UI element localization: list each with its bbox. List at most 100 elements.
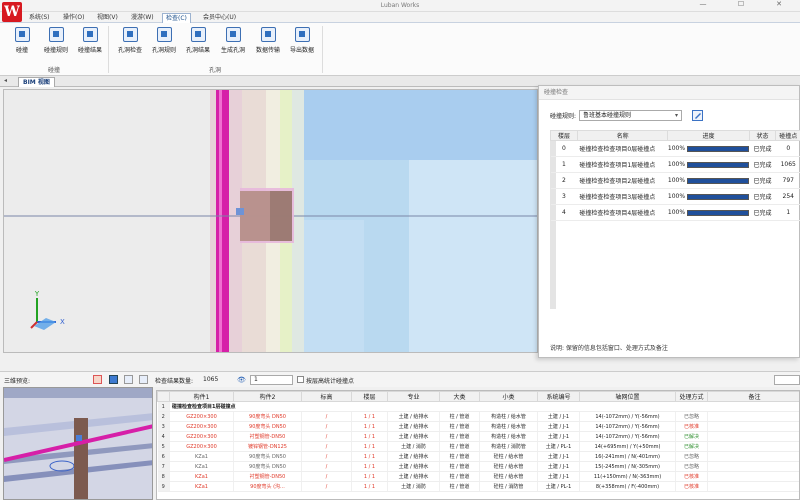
- grid-icon[interactable]: [124, 375, 133, 384]
- cell-axis: 14(+695mm) / Y(+50mm): [579, 441, 676, 452]
- cell-note[interactable]: [707, 431, 799, 442]
- cell-floor: 1 / 1: [351, 461, 388, 472]
- results-col-header[interactable]: 轴网位置: [579, 391, 676, 402]
- result-count: 1065: [203, 376, 219, 383]
- col-floor[interactable]: 楼层: [550, 130, 578, 141]
- menu-check[interactable]: 检查(C): [162, 13, 191, 23]
- app-logo[interactable]: W: [2, 2, 22, 22]
- fit-view-icon[interactable]: [109, 375, 118, 384]
- rule-label: 碰撞规则:: [550, 112, 577, 120]
- row-floor: 0: [550, 140, 578, 157]
- cell-note[interactable]: [707, 471, 799, 482]
- cell-small: 构造柱 / 消防管: [479, 441, 538, 452]
- data-transfer-button[interactable]: 数据传输: [251, 27, 285, 54]
- clash-floor-row[interactable]: 1 碰撞检查检查项目1层碰撞点 100% 已完成 1065: [550, 156, 800, 173]
- cell-note[interactable]: [707, 411, 799, 422]
- close-button[interactable]: ✕: [764, 0, 794, 11]
- cell-note[interactable]: [707, 461, 799, 472]
- maximize-button[interactable]: ☐: [726, 0, 756, 11]
- results-col-header[interactable]: 小类: [479, 391, 538, 402]
- group-label-clash: 碰撞: [48, 67, 61, 74]
- progress-text: 100%: [667, 177, 686, 184]
- app-title: Luban Works: [380, 2, 420, 9]
- results-col-header[interactable]: 构件2: [233, 391, 302, 402]
- col-progress[interactable]: 进度: [667, 130, 750, 141]
- palette-icon[interactable]: [93, 375, 102, 384]
- row-progress: 100%: [667, 188, 750, 205]
- cell-elev: /: [301, 421, 352, 432]
- level-select[interactable]: 1: [250, 375, 293, 385]
- results-row[interactable]: 2 GZ200×300 90度弯头 DN50/1 / 1 土建 / 给排水柱 / 管道…: [157, 411, 799, 422]
- clash-button[interactable]: 碰撞: [5, 27, 39, 54]
- edit-rule-icon[interactable]: [692, 109, 704, 121]
- results-row[interactable]: 3 GZ200×300 90度弯头 DN50/1 / 1 土建 / 给排水柱 / 管道…: [157, 421, 799, 432]
- results-col-header[interactable]: 标高: [301, 391, 352, 402]
- cell-elev: /: [301, 481, 352, 492]
- results-col-header[interactable]: [157, 391, 170, 402]
- results-row[interactable]: 4 GZ200×300 衬塑钢管-DN50/1 / 1 土建 / 给排水柱 / 管道构…: [157, 431, 799, 442]
- preview-label: 三维预览:: [4, 378, 31, 385]
- results-col-header[interactable]: 处理方式: [675, 391, 708, 402]
- results-row[interactable]: 9 KZa1 90度弯头 (沟.../1 / 1 土建 / 消防柱 / 管道 砼柱 / …: [157, 481, 799, 492]
- cell-axis: 15(-245mm) / N(-305mm): [579, 461, 676, 472]
- cell-c1: KZa1: [169, 461, 234, 472]
- results-col-header[interactable]: 楼层: [351, 391, 388, 402]
- results-toolbar: 三维预览: 检查结果数量: 1065 👁 1 按层高统计碰撞点: [0, 371, 800, 387]
- menu-member-center[interactable]: 会员中心(U): [200, 13, 239, 23]
- filter-input[interactable]: [774, 375, 800, 385]
- progress-bar: [687, 145, 750, 152]
- menu-view[interactable]: 视图(V): [94, 13, 121, 23]
- bim-3d-viewport[interactable]: Y X: [3, 89, 538, 353]
- rule-select[interactable]: 鲁班基本碰撞规则: [579, 109, 683, 121]
- level-stats-checkbox[interactable]: [297, 376, 304, 383]
- hole-check-button[interactable]: 孔洞检查: [113, 27, 147, 54]
- results-col-header[interactable]: 大类: [439, 391, 480, 402]
- cell-floor: 1 / 1: [351, 481, 388, 492]
- cell-axis: 11(+150mm) / N(-363mm): [579, 471, 676, 482]
- col-name[interactable]: 名称: [576, 130, 669, 141]
- results-row[interactable]: 5 GZ200×300 镀锌钢管-DN125/1 / 1 土建 / 消防柱 / 管道构…: [157, 441, 799, 452]
- minimize-button[interactable]: —: [688, 0, 718, 11]
- cell-note[interactable]: [707, 451, 799, 462]
- tab-scroll-left-icon[interactable]: ◂: [4, 77, 7, 84]
- tab-bim-view[interactable]: BIM 视图: [18, 77, 55, 87]
- menu-system[interactable]: 系统(S): [26, 13, 53, 23]
- cell-sys: 土建 / J-1: [537, 421, 580, 432]
- hole-results-button[interactable]: 孔洞结果: [181, 27, 215, 54]
- results-row[interactable]: 6 KZa1 90度弯头 DN50/1 / 1 土建 / 给排水柱 / 管道 砼柱 / …: [157, 451, 799, 462]
- generate-hole-button[interactable]: 生成孔洞: [216, 27, 250, 54]
- cell-small: 砼柱 / 消防管: [479, 481, 538, 492]
- window-icon[interactable]: [139, 375, 148, 384]
- clash-results-button[interactable]: 碰撞结果: [73, 27, 107, 54]
- results-col-header[interactable]: 备注: [707, 391, 799, 402]
- clash-floor-row[interactable]: 3 碰撞检查检查项目3层碰撞点 100% 已完成 254: [550, 188, 800, 205]
- cell-sys: 土建 / J-1: [537, 461, 580, 472]
- results-row[interactable]: 8 KZa1 衬塑钢管-DN50/1 / 1 土建 / 给排水柱 / 管道 砼柱 / 给…: [157, 471, 799, 482]
- results-col-header[interactable]: 系统编号: [537, 391, 580, 402]
- clash-floor-row[interactable]: 0 碰撞检查检查项目0层碰撞点 100% 已完成 0: [550, 140, 800, 157]
- eye-icon[interactable]: 👁: [237, 376, 246, 384]
- window-controls: — ☐ ✕: [688, 0, 794, 11]
- results-row[interactable]: 7 KZa1 90度弯头 DN50/1 / 1 土建 / 给排水柱 / 管道 砼柱 / …: [157, 461, 799, 472]
- results-group-row[interactable]: 1 碰撞检查检查项目1层碰撞点: [157, 401, 799, 412]
- export-data-button[interactable]: 导出数据: [285, 27, 319, 54]
- clash-floor-row[interactable]: 4 碰撞检查检查项目4层碰撞点 100% 已完成 1: [550, 204, 800, 221]
- col-status[interactable]: 状态: [748, 130, 777, 141]
- cell-note[interactable]: [707, 441, 799, 452]
- clash-floor-row[interactable]: 2 碰撞检查检查项目2层碰撞点 100% 已完成 797: [550, 172, 800, 189]
- cell-note[interactable]: [707, 481, 799, 492]
- cell-small: 砼柱 / 给水管: [479, 451, 538, 462]
- row-name: 碰撞检查检查项目0层碰撞点: [577, 140, 668, 157]
- results-col-header[interactable]: 专业: [387, 391, 440, 402]
- group-title: 碰撞检查检查项目1层碰撞点: [169, 401, 799, 412]
- menu-operation[interactable]: 操作(O): [60, 13, 87, 23]
- results-col-header[interactable]: 构件1: [169, 391, 234, 402]
- cell-note[interactable]: [707, 421, 799, 432]
- hole-rules-button[interactable]: 孔洞规则: [147, 27, 181, 54]
- clash-rules-button[interactable]: 碰撞规则: [39, 27, 73, 54]
- axis-y-label: Y: [34, 290, 40, 298]
- preview-thumbnail[interactable]: [3, 387, 153, 500]
- col-clash-count[interactable]: 碰撞点: [775, 130, 800, 141]
- menu-roam[interactable]: 漫游(W): [128, 13, 157, 23]
- cell-handle: 已解决: [675, 441, 708, 452]
